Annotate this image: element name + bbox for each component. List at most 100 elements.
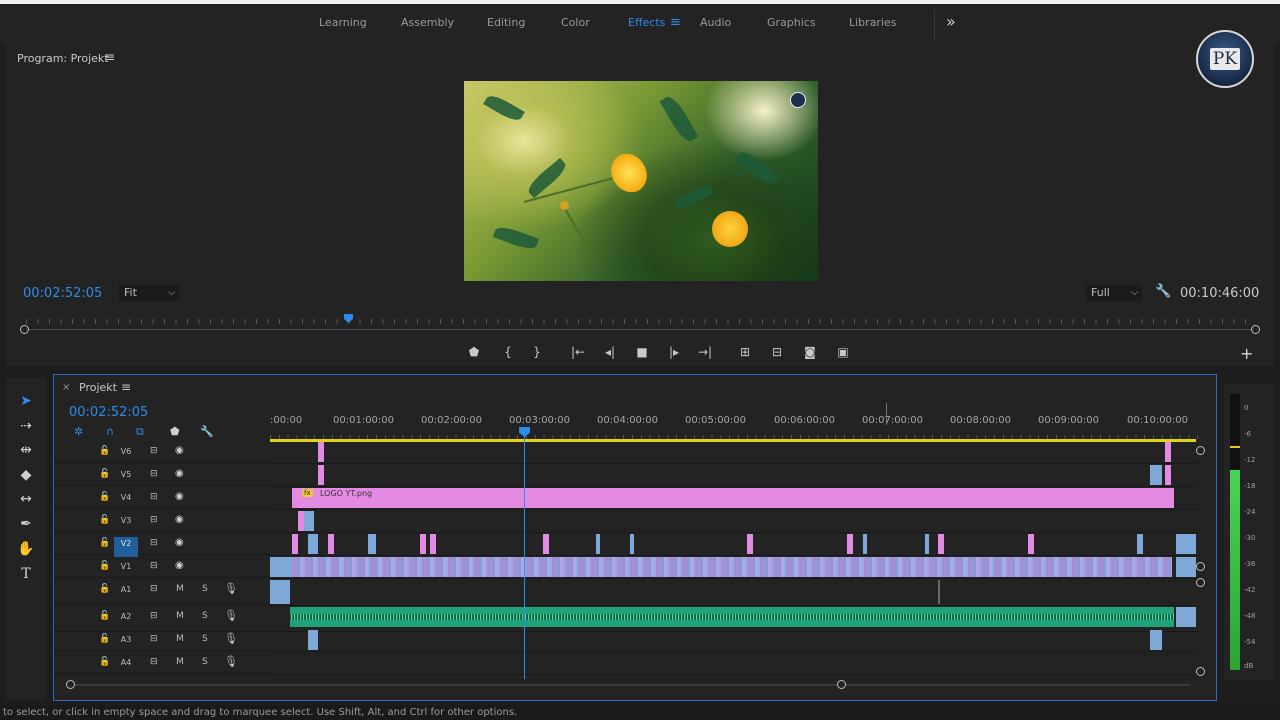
lock-icon[interactable]: 🔓	[99, 538, 110, 548]
step-back-icon[interactable]: ◂|	[601, 345, 619, 359]
lane-v5[interactable]	[270, 464, 1198, 487]
sync-lock-icon[interactable]: ⊟	[150, 584, 158, 594]
zoom-end-handle[interactable]	[1251, 325, 1260, 334]
sync-lock-icon[interactable]: ⊟	[150, 446, 158, 456]
mute-button[interactable]: M	[176, 634, 184, 644]
extract-icon[interactable]: ⊟	[768, 345, 786, 359]
lane-a4[interactable]	[270, 652, 1198, 675]
clip[interactable]	[925, 534, 929, 554]
clip[interactable]	[630, 534, 634, 554]
clip[interactable]	[847, 534, 853, 554]
lock-icon[interactable]: 🔓	[99, 584, 110, 594]
solo-button[interactable]: S	[202, 657, 208, 667]
solo-button[interactable]: S	[202, 634, 208, 644]
clip[interactable]	[1176, 534, 1196, 554]
selection-tool-icon[interactable]: ➤	[16, 391, 36, 411]
clip[interactable]	[543, 534, 549, 554]
eye-icon[interactable]: ◉	[175, 514, 184, 525]
audio-waveform-clip[interactable]	[290, 607, 1174, 627]
sequence-tab-title[interactable]: Projekt	[79, 381, 117, 394]
track-name[interactable]: V5	[114, 468, 138, 488]
hand-tool-icon[interactable]: ✋	[16, 539, 36, 559]
pen-tool-icon[interactable]: ✒	[16, 514, 36, 534]
clip[interactable]	[420, 534, 426, 554]
audio-clip[interactable]	[1150, 630, 1162, 650]
program-video-frame[interactable]	[464, 81, 818, 281]
mute-button[interactable]: M	[176, 657, 184, 667]
timeline-settings-wrench-icon[interactable]: 🔧	[200, 425, 214, 438]
sync-lock-icon[interactable]: ⊟	[150, 515, 158, 525]
track-name[interactable]: V4	[114, 491, 138, 511]
timeline-horizontal-scrollbar[interactable]	[66, 680, 1194, 690]
scroll-start-handle[interactable]	[66, 680, 75, 689]
workspace-tab-assembly[interactable]: Assembly	[401, 16, 454, 29]
timeline-playhead[interactable]	[524, 428, 525, 679]
timeline-playhead-timecode[interactable]: 00:02:52:05	[69, 405, 148, 420]
clip[interactable]	[292, 534, 298, 554]
audio-clip[interactable]	[938, 580, 940, 604]
sync-lock-icon[interactable]: ⊟	[150, 657, 158, 667]
lane-v3[interactable]	[270, 510, 1198, 533]
audio-clip[interactable]	[270, 580, 290, 604]
sync-lock-icon[interactable]: ⊟	[150, 634, 158, 644]
snap-magnet-icon[interactable]: ∩	[106, 425, 114, 438]
clip[interactable]	[430, 534, 436, 554]
go-to-out-icon[interactable]: →|	[696, 345, 714, 359]
clip[interactable]	[863, 534, 867, 554]
mark-in-icon[interactable]: {	[499, 345, 517, 359]
clip[interactable]	[1165, 465, 1171, 485]
clip[interactable]	[1150, 465, 1162, 485]
zoom-start-handle[interactable]	[20, 325, 29, 334]
slip-tool-icon[interactable]: ↔	[16, 489, 36, 509]
audio-clip[interactable]	[308, 630, 318, 650]
program-scrub-ruler[interactable]	[20, 314, 1260, 334]
lane-a3[interactable]	[270, 629, 1198, 652]
workspace-tab-learning[interactable]: Learning	[319, 16, 367, 29]
clip[interactable]	[368, 534, 376, 554]
lock-icon[interactable]: 🔓	[99, 657, 110, 667]
close-tab-icon[interactable]: ×	[62, 382, 70, 393]
clip[interactable]	[596, 534, 600, 554]
microphone-icon[interactable]: 🎙	[224, 582, 238, 595]
zoom-level-select[interactable]: Fit ⌵	[119, 285, 179, 301]
lock-icon[interactable]: 🔓	[99, 515, 110, 525]
clip[interactable]	[270, 557, 292, 577]
step-forward-icon[interactable]: |▸	[665, 345, 683, 359]
clip[interactable]	[938, 534, 944, 554]
razor-tool-icon[interactable]: ◆	[16, 465, 36, 485]
go-to-in-icon[interactable]: |←	[569, 345, 587, 359]
workspace-tab-effects[interactable]: Effects	[628, 16, 665, 29]
eye-icon[interactable]: ◉	[175, 537, 184, 548]
workspace-tab-audio[interactable]: Audio	[700, 16, 731, 29]
add-marker-icon[interactable]: ⬟	[170, 425, 180, 438]
export-frame-icon[interactable]: ◙	[801, 345, 819, 359]
lock-icon[interactable]: 🔓	[99, 492, 110, 502]
program-playhead-timecode[interactable]: 00:02:52:05	[23, 286, 102, 301]
lock-icon[interactable]: 🔓	[99, 561, 110, 571]
ripple-edit-tool-icon[interactable]: ⇹	[16, 440, 36, 460]
lock-icon[interactable]: 🔓	[99, 446, 110, 456]
microphone-icon[interactable]: 🎙	[224, 632, 238, 645]
v1-clip-sequence[interactable]	[292, 557, 1172, 577]
scroll-end-handle[interactable]	[837, 680, 846, 689]
lock-icon[interactable]: 🔓	[99, 634, 110, 644]
workspace-tab-color[interactable]: Color	[561, 16, 590, 29]
track-name[interactable]: V1	[114, 560, 138, 580]
panel-menu-icon[interactable]: ≡	[105, 50, 115, 64]
lane-v2[interactable]	[270, 533, 1198, 556]
sync-lock-icon[interactable]: ⊟	[150, 538, 158, 548]
solo-button[interactable]: S	[202, 584, 208, 594]
mute-button[interactable]: M	[176, 584, 184, 594]
settings-wrench-icon[interactable]: 🔧	[1155, 284, 1171, 299]
audio-scroll-handle[interactable]	[1196, 578, 1205, 587]
type-tool-icon[interactable]: T	[16, 564, 36, 584]
lock-icon[interactable]: 🔓	[99, 469, 110, 479]
add-marker-icon[interactable]: ⬟	[465, 345, 483, 359]
track-name[interactable]: V3	[114, 514, 138, 534]
track-name[interactable]: A3	[114, 633, 138, 653]
microphone-icon[interactable]: 🎙	[224, 655, 238, 668]
panel-menu-icon[interactable]: ≡	[121, 380, 131, 394]
clip[interactable]	[747, 534, 753, 554]
lane-a1[interactable]	[270, 579, 1198, 606]
clip[interactable]	[318, 465, 324, 485]
